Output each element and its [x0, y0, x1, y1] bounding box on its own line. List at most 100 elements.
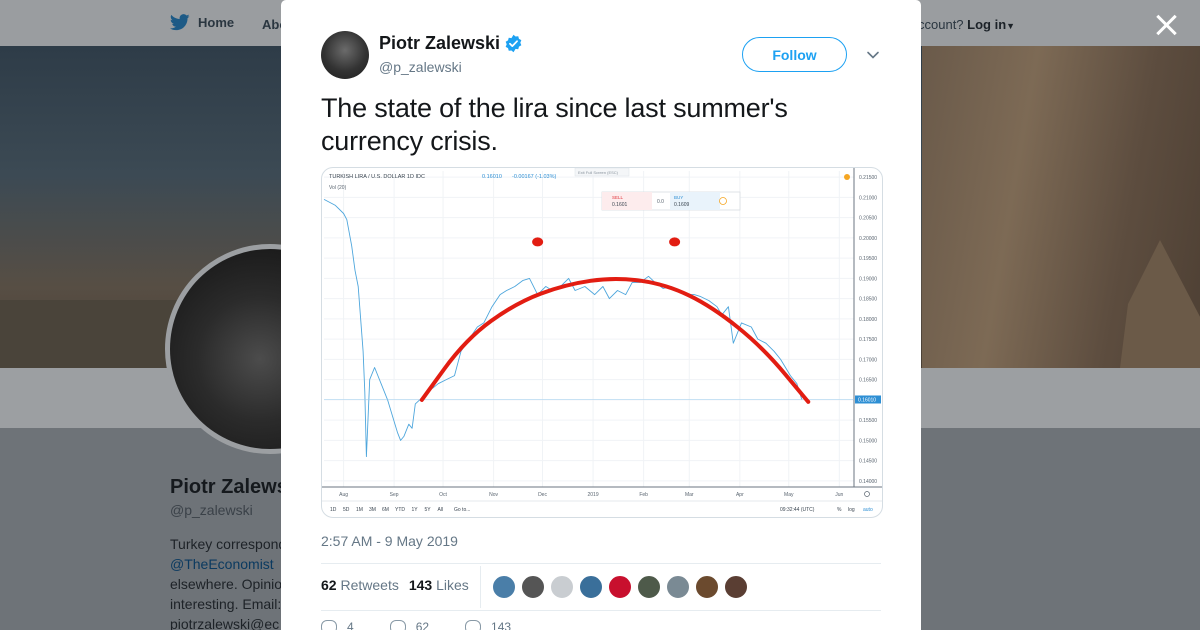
- alert-dot-icon: [844, 174, 850, 180]
- buy-value: 0.1609: [674, 202, 690, 208]
- liker-avatar[interactable]: [492, 575, 516, 599]
- reply-icon: [321, 620, 337, 630]
- heart-icon: [465, 620, 482, 630]
- timeframe-button: Go to...: [454, 507, 470, 513]
- exit-fullscreen-label: Exit Full Screen (ESC): [578, 170, 619, 175]
- timeframe-button: YTD: [395, 507, 405, 513]
- chevron-down-icon[interactable]: [866, 48, 880, 62]
- annotation-dot: [532, 237, 544, 247]
- buy-label: BUY: [674, 195, 683, 200]
- x-tick-label: Feb: [639, 492, 648, 498]
- timeframe-button: 5Y: [425, 507, 432, 513]
- like-button[interactable]: 143: [465, 620, 511, 630]
- tweet-actions: 4 62 143: [321, 620, 511, 630]
- y-tick-label: 0.14500: [859, 459, 877, 465]
- timeframe-button: 5D: [343, 507, 350, 513]
- y-tick-label: 0.19500: [859, 256, 877, 262]
- timeframe-button: All: [438, 507, 444, 513]
- chart-header-change: -0.00167 (-1.03%): [512, 174, 556, 180]
- auto-toggle: auto: [863, 507, 873, 513]
- chart-title: TURKISH LIRA / U.S. DOLLAR 1D IDC: [329, 174, 425, 180]
- liker-avatar[interactable]: [637, 575, 661, 599]
- log-toggle: log: [848, 507, 855, 513]
- tweet-text: The state of the lira since last summer'…: [321, 93, 788, 156]
- timeframe-button: 3M: [369, 507, 376, 513]
- liker-avatar[interactable]: [550, 575, 574, 599]
- likes-label: Likes: [436, 577, 469, 593]
- chart-header-value: 0.16010: [482, 174, 502, 180]
- login-prompt: ccount?: [918, 17, 964, 32]
- y-tick-label: 0.16500: [859, 378, 877, 384]
- bio-link-economist[interactable]: @TheEconomist: [170, 554, 282, 574]
- retweets-stat[interactable]: 62 Retweets: [321, 577, 399, 593]
- lira-chart: 0.21500 0.21000 0.20500 0.20000 0.19500 0.190…: [322, 168, 882, 513]
- liker-avatar[interactable]: [608, 575, 632, 599]
- timeframe-button: 6M: [382, 507, 389, 513]
- bio-line: piotrzalewski@ec: [170, 616, 280, 630]
- tweet-modal: Piotr Zalewski @p_zalewski Follow The st…: [281, 0, 921, 630]
- liker-avatar[interactable]: [521, 575, 545, 599]
- y-tick-label: 0.18000: [859, 317, 877, 323]
- y-tick-label: 0.17500: [859, 337, 877, 343]
- bio-line: elsewhere. Opinio: [170, 576, 283, 592]
- liker-avatars: [492, 575, 748, 599]
- y-tick-label: 0.15500: [859, 418, 877, 424]
- x-tick-label: Oct: [439, 492, 447, 498]
- x-tick-label: Dec: [538, 492, 547, 498]
- reply-count: 4: [347, 620, 354, 630]
- retweet-icon: [389, 620, 406, 630]
- bio-line: interesting. Email:: [170, 596, 282, 612]
- gear-icon: [864, 491, 870, 497]
- retweet-button[interactable]: 62: [389, 620, 430, 630]
- liker-avatar[interactable]: [579, 575, 603, 599]
- divider: [480, 566, 481, 608]
- timeframe-button: 1Y: [412, 507, 419, 513]
- login-link[interactable]: Log in: [967, 17, 1006, 32]
- retweet-count: 62: [415, 620, 430, 630]
- close-icon[interactable]: [1153, 11, 1181, 39]
- profile-bio: Turkey correspond @TheEconomist elsewher…: [170, 534, 287, 630]
- bio-line: Turkey correspond: [170, 536, 287, 552]
- y-tick-label: 0.20000: [859, 236, 877, 242]
- timeframe-button: 1D: [330, 507, 337, 513]
- x-tick-label: Apr: [736, 492, 744, 498]
- timeframe-button: 1M: [356, 507, 363, 513]
- liker-avatar[interactable]: [666, 575, 690, 599]
- x-tick-label: Nov: [489, 492, 498, 498]
- annotation-arc: [419, 276, 811, 404]
- profile-handle: @p_zalewski: [170, 502, 253, 518]
- likes-stat[interactable]: 143 Likes: [409, 577, 469, 593]
- y-tick-label: 0.21000: [859, 195, 877, 201]
- chart-gridlines: [324, 171, 854, 487]
- like-count: 143: [491, 620, 512, 630]
- nav-home-label: Home: [198, 15, 235, 30]
- tweet-timestamp[interactable]: 2:57 AM - 9 May 2019: [321, 533, 458, 549]
- author-avatar[interactable]: [321, 31, 369, 79]
- tweet-stats: 62 Retweets 143 Likes: [321, 577, 469, 593]
- likes-count: 143: [408, 577, 433, 593]
- author-handle[interactable]: @p_zalewski: [379, 59, 462, 75]
- volume-label: Vol (20): [329, 185, 347, 191]
- percent-toggle: %: [837, 507, 842, 513]
- chart-clock: 09:32:44 (UTC): [780, 507, 815, 513]
- tweet-media-chart[interactable]: 0.21500 0.21000 0.20500 0.20000 0.19500 0.190…: [321, 167, 883, 518]
- annotation-dot: [669, 237, 681, 247]
- y-tick-label: 0.15000: [859, 438, 877, 444]
- y-tick-label: 0.18500: [859, 297, 877, 303]
- x-tick-label: Mar: [685, 492, 694, 498]
- retweets-count: 62: [321, 577, 337, 593]
- twitter-bird-icon: [170, 14, 190, 31]
- x-tick-label: Jun: [835, 492, 843, 498]
- liker-avatar[interactable]: [724, 575, 748, 599]
- follow-button[interactable]: Follow: [742, 37, 847, 72]
- author-name[interactable]: Piotr Zalewski: [379, 33, 500, 54]
- reply-button[interactable]: 4: [321, 620, 354, 630]
- liker-avatar[interactable]: [695, 575, 719, 599]
- nav-home-link[interactable]: Home: [170, 14, 234, 31]
- x-tick-label: Aug: [339, 492, 348, 498]
- y-tick-label: 0.20500: [859, 216, 877, 222]
- divider: [321, 563, 881, 564]
- login-area: ccount? Log in▼: [918, 17, 1015, 32]
- verified-badge-icon: [505, 34, 522, 53]
- caret-down-icon: ▼: [1006, 21, 1016, 31]
